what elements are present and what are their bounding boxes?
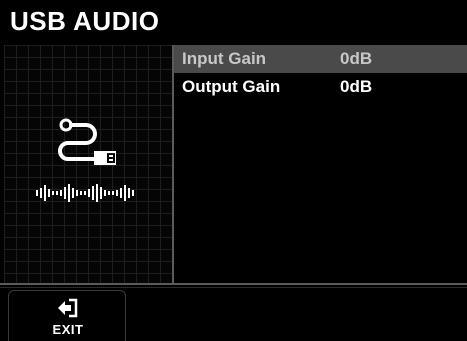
menu-item-output-gain[interactable]: Output Gain 0dB — [174, 73, 467, 101]
usb-cable-icon — [58, 118, 116, 165]
title-bar: USB AUDIO — [0, 0, 467, 42]
footer-divider — [0, 283, 467, 285]
output-gain-value: 0dB — [340, 77, 373, 96]
settings-menu: Input Gain 0dB Output Gain 0dB — [174, 45, 467, 283]
output-gain-label: Output Gain — [182, 77, 281, 96]
exit-button[interactable]: EXIT — [8, 290, 126, 341]
device-icon-panel — [4, 45, 172, 283]
exit-label: EXIT — [52, 322, 84, 337]
menu-item-input-gain[interactable]: Input Gain 0dB — [174, 45, 467, 73]
input-gain-label: Input Gain — [182, 49, 267, 68]
audio-waveform-icon — [36, 184, 134, 202]
exit-arrow-icon — [58, 298, 78, 318]
page-title: USB AUDIO — [10, 6, 160, 36]
footer-divider-shadow — [0, 287, 467, 288]
input-gain-value: 0dB — [340, 49, 373, 68]
